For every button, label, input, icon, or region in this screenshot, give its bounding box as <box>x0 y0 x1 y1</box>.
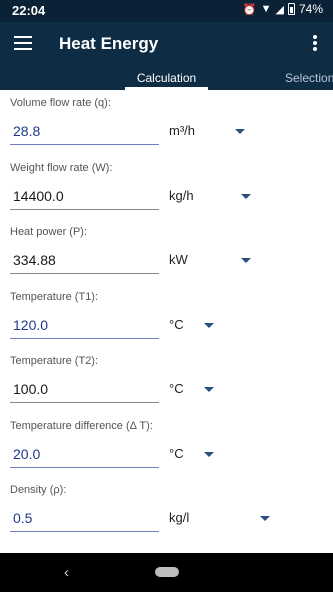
temperature-t1-field: Temperature (T1): °C <box>0 291 333 355</box>
weight-flow-field: Weight flow rate (W): kg/h <box>0 162 333 226</box>
field-label: Temperature (T1): <box>10 291 99 303</box>
field-label: Heat power (P): <box>10 226 88 238</box>
unit-label: m³/h <box>169 123 195 138</box>
field-label: Temperature difference (Δ T): <box>10 420 153 432</box>
dropdown-arrow-icon <box>204 387 214 392</box>
unit-label: kg/h <box>169 188 194 203</box>
heat-power-unit-select[interactable]: kW <box>169 252 255 274</box>
home-pill-icon[interactable] <box>155 567 179 577</box>
density-field: Density (ρ): kg/l <box>0 484 333 548</box>
menu-icon[interactable] <box>14 36 32 50</box>
temperature-t1-input[interactable] <box>10 311 159 339</box>
status-time: 22:04 <box>12 3 46 18</box>
dropdown-arrow-icon <box>204 452 214 457</box>
heat-power-input[interactable] <box>10 246 159 274</box>
unit-label: °C <box>169 446 184 461</box>
temperature-t2-unit-select[interactable]: °C <box>169 381 219 403</box>
system-navigation-bar: ‹ <box>0 553 333 592</box>
calculation-form: Volume flow rate (q): m³/h Weight flow r… <box>0 90 333 553</box>
battery-icon <box>287 3 295 15</box>
field-label: Weight flow rate (W): <box>10 162 113 174</box>
dropdown-arrow-icon <box>235 129 245 134</box>
field-label: Temperature (T2): <box>10 355 99 367</box>
temperature-difference-input[interactable] <box>10 440 159 468</box>
dropdown-arrow-icon <box>260 516 270 521</box>
weight-flow-unit-select[interactable]: kg/h <box>169 188 255 210</box>
status-bar: 22:04 ⏰ ▼ ◢ 74% <box>0 0 333 22</box>
volume-flow-input[interactable] <box>10 117 159 145</box>
dropdown-arrow-icon <box>241 258 251 263</box>
battery-percent: 74% <box>298 2 323 16</box>
wifi-icon: ▼ <box>260 3 272 15</box>
density-input[interactable] <box>10 504 159 532</box>
temperature-t2-field: Temperature (T2): °C <box>0 355 333 419</box>
temperature-t1-unit-select[interactable]: °C <box>169 317 219 339</box>
field-label: Volume flow rate (q): <box>10 97 111 109</box>
back-icon[interactable]: ‹ <box>64 564 69 581</box>
signal-icon: ◢ <box>275 3 284 16</box>
temperature-t2-input[interactable] <box>10 375 159 403</box>
temperature-difference-unit-select[interactable]: °C <box>169 446 219 468</box>
heat-power-field: Heat power (P): kW <box>0 226 333 290</box>
dropdown-arrow-icon <box>204 323 214 328</box>
dropdown-arrow-icon <box>241 194 251 199</box>
weight-flow-input[interactable] <box>10 182 159 210</box>
page-title: Heat Energy <box>59 34 159 53</box>
tab-selection[interactable]: Selection <box>285 71 333 90</box>
volume-flow-unit-select[interactable]: m³/h <box>169 123 249 145</box>
field-label: Density (ρ): <box>10 484 67 496</box>
app-bar: Heat Energy Calculation Selection <box>0 22 333 90</box>
unit-label: kg/l <box>169 510 190 525</box>
temperature-difference-field: Temperature difference (Δ T): °C <box>0 420 333 484</box>
unit-label: °C <box>169 381 184 396</box>
more-options-icon[interactable] <box>313 35 317 51</box>
status-icons: ⏰ ▼ ◢ 74% <box>243 2 323 16</box>
unit-label: °C <box>169 317 184 332</box>
unit-label: kW <box>169 252 188 267</box>
density-unit-select[interactable]: kg/l <box>169 510 275 532</box>
alarm-icon: ⏰ <box>242 3 257 16</box>
tab-calculation[interactable]: Calculation <box>125 71 208 90</box>
volume-flow-field: Volume flow rate (q): m³/h <box>0 97 333 161</box>
